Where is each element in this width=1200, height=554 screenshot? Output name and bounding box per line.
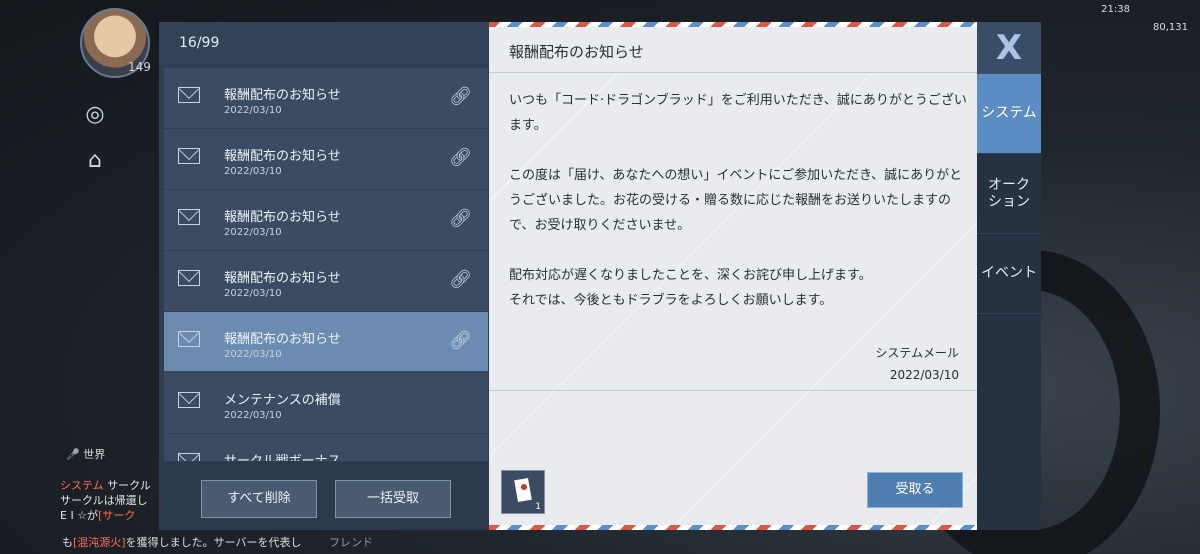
mail-body: いつも「コード·ドラゴンブラッド」をご利用いただき、誠にありがとうございます。 …	[509, 88, 969, 313]
mail-category-tabs: X システム オーク ション イベント	[977, 22, 1041, 530]
mail-detail-panel: 報酬配布のお知らせ いつも「コード·ドラゴンブラッド」をご利用いただき、誠にあり…	[489, 22, 977, 530]
mail-date: 2022/03/10	[224, 349, 282, 360]
chat-log: システム サークル サークルは帰還し E I ☆が[サーク	[60, 478, 170, 523]
mail-item[interactable]: 報酬配布のお知らせ 2022/03/10 🔗︎	[164, 190, 488, 250]
mail-subject: サークル戦ボーナス	[224, 450, 341, 461]
mail-subject: 報酬配布のお知らせ	[224, 210, 341, 225]
mail-date: 2022/03/10	[224, 105, 282, 116]
chat-channel-label: 世界	[83, 448, 106, 461]
eye-icon[interactable]: ◎	[80, 100, 110, 130]
chat-text: も	[62, 536, 73, 549]
receive-button[interactable]: 受取る	[867, 472, 963, 508]
mail-list[interactable]: 報酬配布のお知らせ 2022/03/10 🔗︎ 報酬配布のお知らせ 2022/0…	[164, 68, 488, 461]
close-button[interactable]: X	[977, 22, 1041, 74]
mail-list-footer: すべて削除 一括受取	[159, 462, 489, 530]
chat-tag: [サーク	[98, 509, 136, 522]
mail-list-panel: 16/99 報酬配布のお知らせ 2022/03/10 🔗︎ 報酬配布のお知らせ …	[159, 22, 489, 530]
envelope-icon	[178, 392, 200, 408]
link-icon: 🔗︎	[449, 330, 472, 351]
envelope-icon	[178, 87, 200, 103]
mail-item[interactable]: 報酬配布のお知らせ 2022/03/10 🔗︎	[164, 251, 488, 311]
mail-dialog: 16/99 報酬配布のお知らせ 2022/03/10 🔗︎ 報酬配布のお知らせ …	[159, 22, 1041, 530]
mail-date: 2022/03/10	[224, 227, 282, 238]
mail-item[interactable]: サークル戦ボーナス	[164, 434, 488, 461]
envelope-icon	[178, 331, 200, 347]
mail-item-selected[interactable]: 報酬配布のお知らせ 2022/03/10 🔗︎	[164, 312, 488, 372]
flower-card-icon	[514, 477, 532, 503]
mail-title: 報酬配布のお知らせ	[509, 43, 644, 61]
friend-tab[interactable]: フレンド	[329, 536, 373, 549]
mail-subject: 報酬配布のお知らせ	[224, 271, 341, 286]
link-icon: 🔗︎	[449, 208, 472, 229]
mail-paragraph: この度は「届け、あなたへの想い」イベントにご参加いただき、誠にありがとうございま…	[509, 168, 963, 233]
mail-sender: システムメール	[875, 346, 959, 360]
chat-text: E I ☆が	[60, 509, 99, 522]
mail-paragraph: いつも「コード·ドラゴンブラッド」をご利用いただき、誠にありがとうございます。	[509, 93, 967, 133]
attachment-quantity: 1	[535, 502, 541, 512]
mail-paragraph: 配布対応が遅くなりましたことを、深くお詫び申し上げます。	[509, 268, 872, 283]
envelope-icon	[178, 209, 200, 225]
divider	[489, 390, 977, 391]
mail-sent-date: 2022/03/10	[889, 368, 959, 382]
home-icon[interactable]: ⌂	[80, 146, 110, 176]
envelope-icon	[178, 270, 200, 286]
currency-amount: 80,131	[1153, 22, 1188, 33]
mail-signature: システムメール 2022/03/10	[875, 342, 959, 386]
chat-channel-world[interactable]: 🎤 世界	[66, 446, 105, 462]
receive-all-button[interactable]: 一括受取	[335, 480, 451, 518]
tab-label: イベント	[981, 265, 1037, 281]
envelope-icon	[178, 453, 200, 461]
tab-label: オーク ション	[988, 176, 1030, 210]
mail-item[interactable]: 報酬配布のお知らせ 2022/03/10 🔗︎	[164, 68, 488, 128]
mail-subject: メンテナンスの補償	[224, 393, 341, 408]
envelope-icon	[178, 148, 200, 164]
mail-item[interactable]: 報酬配布のお知らせ 2022/03/10 🔗︎	[164, 129, 488, 189]
tab-label: システム	[981, 105, 1037, 121]
tab-system[interactable]: システム	[977, 74, 1041, 154]
mail-subject: 報酬配布のお知らせ	[224, 88, 341, 103]
mail-count: 16/99	[159, 22, 489, 64]
chat-text: を獲得しました。サーバーを代表し	[125, 536, 302, 549]
mail-paragraph: それでは、今後ともドラブラをよろしくお願いします。	[509, 293, 833, 308]
mail-subject: 報酬配布のお知らせ	[224, 149, 341, 164]
attachment-item[interactable]: 1	[501, 470, 545, 514]
delete-all-button[interactable]: すべて削除	[201, 480, 317, 518]
mail-date: 2022/03/10	[224, 166, 282, 177]
rose-icon	[521, 484, 527, 490]
mail-detail-header: 報酬配布のお知らせ	[489, 27, 977, 73]
link-icon: 🔗︎	[449, 147, 472, 168]
mail-subject: 報酬配布のお知らせ	[224, 332, 341, 347]
chat-text: サークルは帰還し	[60, 494, 148, 507]
chat-tag: [混沌源火]	[73, 536, 126, 549]
airmail-border-bottom	[489, 525, 977, 530]
mail-item[interactable]: メンテナンスの補償 2022/03/10	[164, 373, 488, 433]
mail-date: 2022/03/10	[224, 410, 282, 421]
chat-ticker: も[混沌源火]を獲得しました。サーバーを代表し フレンド	[62, 534, 373, 550]
tab-event[interactable]: イベント	[977, 234, 1041, 314]
mail-date: 2022/03/10	[224, 288, 282, 299]
link-icon: 🔗︎	[449, 269, 472, 290]
chat-tag-system: システム	[60, 479, 104, 492]
chat-text: サークル	[107, 479, 151, 492]
clock: 21:38	[1101, 4, 1130, 15]
player-level: 149	[128, 60, 151, 74]
link-icon: 🔗︎	[449, 86, 472, 107]
tab-auction[interactable]: オーク ション	[977, 154, 1041, 234]
